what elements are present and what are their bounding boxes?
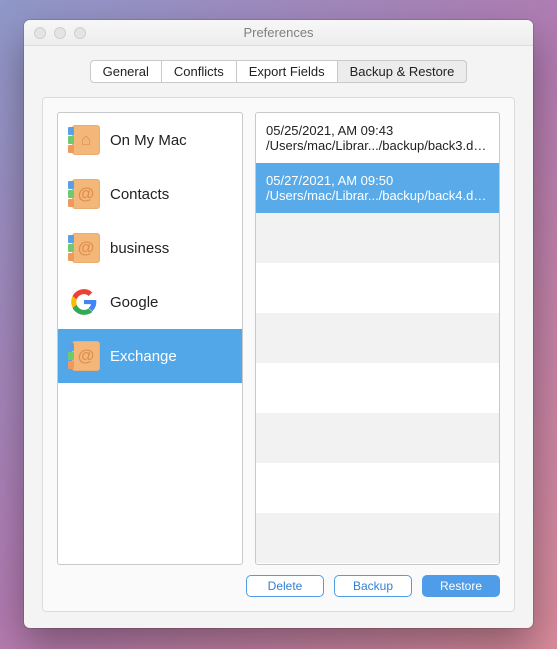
backups-list: 05/25/2021, AM 09:43 /Users/mac/Librar..… (255, 112, 500, 565)
tab-conflicts[interactable]: Conflicts (161, 60, 237, 83)
preferences-window: Preferences GeneralConflictsExport Field… (24, 20, 533, 628)
tab-backup-restore[interactable]: Backup & Restore (337, 60, 468, 83)
backup-date: 05/27/2021, AM 09:50 (266, 173, 489, 188)
backup-path: /Users/mac/Librar.../backup/back4.data (266, 188, 489, 203)
accounts-list: ⌂ On My Mac @ Contacts @ business Google @ E… (57, 112, 243, 565)
account-label: Google (110, 294, 158, 311)
account-label: business (110, 240, 169, 257)
titlebar: Preferences (24, 20, 533, 46)
backup-path: /Users/mac/Librar.../backup/back3.data (266, 138, 489, 153)
empty-row (256, 313, 499, 363)
account-row-google[interactable]: Google (58, 275, 242, 329)
google-icon (68, 286, 100, 318)
tab-general[interactable]: General (90, 60, 162, 83)
account-row-business[interactable]: @ business (58, 221, 242, 275)
empty-row (256, 513, 499, 563)
empty-row (256, 413, 499, 463)
tab-bar: GeneralConflictsExport FieldsBackup & Re… (24, 60, 533, 83)
backup-date: 05/25/2021, AM 09:43 (266, 123, 489, 138)
button-row: Delete Backup Restore (57, 575, 500, 597)
account-row-on-my-mac[interactable]: ⌂ On My Mac (58, 113, 242, 167)
at-icon: @ (68, 178, 100, 210)
backup-row[interactable]: 05/25/2021, AM 09:43 /Users/mac/Librar..… (256, 113, 499, 163)
account-label: On My Mac (110, 132, 187, 149)
account-label: Contacts (110, 186, 169, 203)
zoom-icon[interactable] (74, 27, 86, 39)
backup-restore-panel: ⌂ On My Mac @ Contacts @ business Google @ E… (42, 97, 515, 612)
empty-row (256, 213, 499, 263)
home-icon: ⌂ (68, 124, 100, 156)
empty-row (256, 463, 499, 513)
at-icon: @ (68, 340, 100, 372)
minimize-icon[interactable] (54, 27, 66, 39)
account-label: Exchange (110, 348, 177, 365)
account-row-contacts[interactable]: @ Contacts (58, 167, 242, 221)
window-title: Preferences (24, 25, 533, 40)
window-controls (34, 27, 86, 39)
account-row-exchange[interactable]: @ Exchange (58, 329, 242, 383)
restore-button[interactable]: Restore (422, 575, 500, 597)
empty-row (256, 363, 499, 413)
close-icon[interactable] (34, 27, 46, 39)
tab-export-fields[interactable]: Export Fields (236, 60, 338, 83)
delete-button[interactable]: Delete (246, 575, 324, 597)
backup-row[interactable]: 05/27/2021, AM 09:50 /Users/mac/Librar..… (256, 163, 499, 213)
empty-row (256, 263, 499, 313)
at-icon: @ (68, 232, 100, 264)
backup-button[interactable]: Backup (334, 575, 412, 597)
